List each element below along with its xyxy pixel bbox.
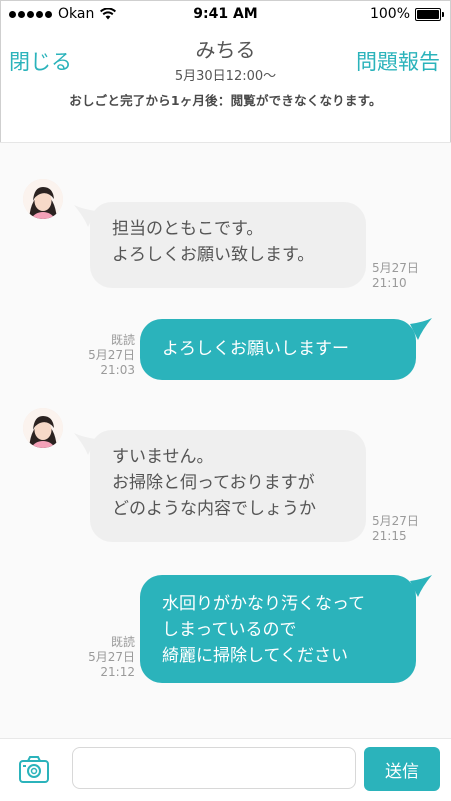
message-bubble-incoming[interactable]: 担当のともこです。 よろしくお願い致します。 [90,202,366,288]
message-bubble-outgoing[interactable]: よろしくお願いしますー [140,319,416,380]
message-timestamp: 既読 5月27日 21:12 [70,635,135,680]
message-text: よろしくお願いしますー [162,339,349,359]
bubble-tail [410,318,432,340]
message-text: 担当のともこです。 よろしくお願い致します。 [112,219,315,265]
status-bar: Okan 9:41 AM 100% [0,0,451,28]
bubble-tail [410,575,432,597]
camera-icon[interactable] [18,754,50,786]
battery-percent: 100% [369,6,410,22]
message-text: 水回りがかなり汚くなって しまっているので 綺麗に掃除してください [162,594,366,666]
message-bubble-outgoing[interactable]: 水回りがかなり汚くなって しまっているので 綺麗に掃除してください [140,575,416,683]
read-receipt: 既読 [110,333,135,347]
report-problem-button[interactable]: 問題報告 [356,46,440,76]
message-input[interactable] [72,747,356,789]
avatar [23,179,63,219]
message-text: すいません。 お掃除と伺っておりますが どのような内容でしょうか [112,447,316,519]
message-bubble-incoming[interactable]: すいません。 お掃除と伺っておりますが どのような内容でしょうか [90,430,366,542]
avatar [23,408,63,448]
message-timestamp: 既読 5月27日 21:03 [70,333,135,378]
battery-icon [415,7,444,21]
chat-area[interactable]: 担当のともこです。 よろしくお願い致します。 5月27日 21:10 既読 5月… [0,143,451,738]
message-input-bar: 送信 [0,738,451,801]
message-timestamp: 5月27日 21:10 [372,261,419,290]
notice-banner: おしごと完了から1ヶ月後：閲覧ができなくなります。 [69,93,382,108]
chat-header: 閉じる みちる 5月30日12:00〜 問題報告 [0,28,451,90]
message-timestamp: 5月27日 21:15 [372,514,419,543]
read-receipt: 既読 [110,635,135,649]
send-button[interactable]: 送信 [364,747,440,791]
status-right: 100% [369,6,444,22]
